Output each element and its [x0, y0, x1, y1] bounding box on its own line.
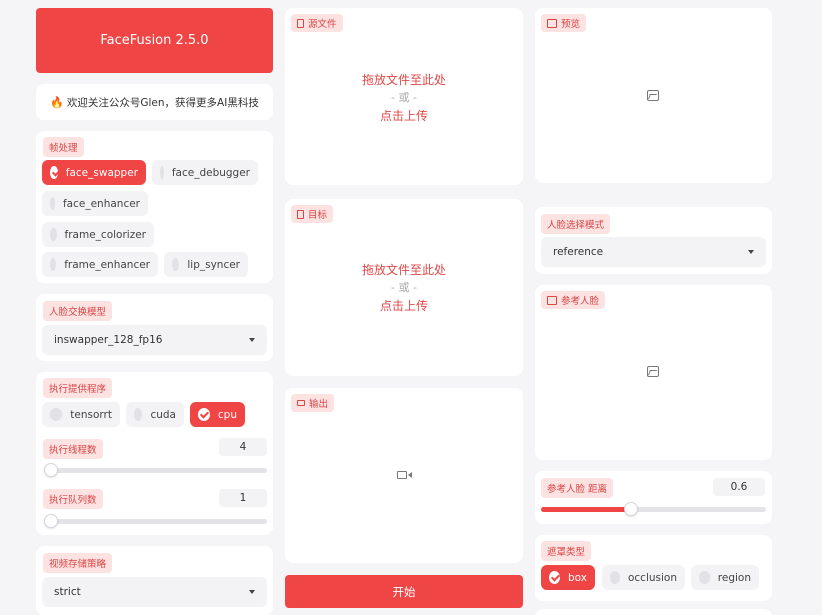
start-button[interactable]: 开始	[285, 575, 523, 608]
execution-card: 执行提供程序 tensorrt cuda cpu 执行线程数 4 执行队列数 1	[36, 372, 273, 535]
face-swapper-model-label: 人脸交换模型	[43, 301, 113, 321]
image-placeholder-icon	[647, 90, 659, 101]
file-icon	[297, 209, 304, 219]
thread-count-thumb[interactable]	[44, 463, 58, 477]
preview-label: 预览	[561, 19, 581, 30]
mask-type-region[interactable]: region	[691, 565, 759, 590]
image-icon	[547, 295, 557, 305]
mask-type-occlusion[interactable]: occlusion	[602, 565, 685, 590]
face-selector-mode-card: 人脸选择模式 reference	[535, 207, 772, 274]
target-upload[interactable]: 目标 拖放文件至此处 - 或 - 点击上传	[285, 199, 523, 376]
reference-face-gallery[interactable]: 参考人脸	[535, 285, 772, 460]
thread-count-input[interactable]: 4	[219, 438, 267, 456]
processor-lip-syncer[interactable]: lip_syncer	[164, 252, 248, 277]
frame-processors-card: 帧处理 face_swapper face_debugger face_enha…	[36, 131, 273, 283]
source-click-upload[interactable]: 点击上传	[285, 107, 523, 125]
preview-panel: 预览	[535, 8, 772, 183]
reference-face-distance-label: 参考人脸 距离	[541, 478, 614, 498]
check-icon	[549, 571, 561, 584]
reference-face-distance-input[interactable]: 0.6	[713, 478, 765, 496]
face-swapper-model-card: 人脸交换模型 inswapper_128_fp16	[36, 294, 273, 361]
chevron-down-icon	[249, 338, 255, 342]
app-title-banner: FaceFusion 2.5.0	[36, 8, 273, 73]
processor-face-enhancer[interactable]: face_enhancer	[42, 191, 148, 216]
target-label: 目标	[308, 210, 328, 221]
queue-count-thumb[interactable]	[44, 514, 58, 528]
reference-face-distance-card: 参考人脸 距离 0.6	[535, 471, 772, 524]
chevron-down-icon	[748, 250, 754, 254]
video-placeholder-icon	[397, 471, 412, 479]
check-icon	[50, 166, 58, 179]
notice-card: 🔥 欢迎关注公众号Glen，获得更多AI黑科技	[36, 84, 273, 120]
reference-face-distance-fill	[541, 507, 631, 512]
queue-count-input[interactable]: 1	[219, 489, 267, 507]
processor-frame-colorizer[interactable]: frame_colorizer	[42, 222, 154, 247]
queue-count-label: 执行队列数	[43, 489, 103, 509]
thread-count-slider[interactable]	[44, 463, 267, 477]
reference-face-label: 参考人脸	[561, 296, 600, 307]
video-icon	[297, 400, 305, 406]
source-upload[interactable]: 源文件 拖放文件至此处 - 或 - 点击上传	[285, 8, 523, 185]
source-label: 源文件	[308, 19, 337, 30]
face-mask-types-card: 遮罩类型 box occlusion region	[535, 535, 772, 601]
image-icon	[547, 18, 557, 28]
notice-text: 欢迎关注公众号Glen，获得更多AI黑科技	[66, 96, 259, 109]
image-placeholder-icon	[647, 366, 659, 377]
video-memory-card: 视频存储策略 strict	[36, 546, 273, 615]
processor-face-swapper[interactable]: face_swapper	[42, 160, 146, 185]
source-or-text: - 或 -	[391, 91, 417, 104]
target-drop-text: 拖放文件至此处	[361, 263, 446, 277]
frame-processors-label: 帧处理	[43, 137, 84, 157]
reference-face-distance-slider[interactable]	[541, 502, 766, 516]
processor-face-debugger[interactable]: face_debugger	[152, 160, 258, 185]
face-swapper-model-select[interactable]: inswapper_128_fp16	[42, 325, 267, 355]
face-selector-mode-select[interactable]: reference	[541, 237, 766, 267]
fire-icon: 🔥	[50, 95, 64, 109]
target-click-upload[interactable]: 点击上传	[285, 297, 523, 315]
file-icon	[297, 18, 304, 28]
queue-count-slider[interactable]	[44, 514, 267, 528]
next-card-stub	[535, 609, 772, 615]
provider-cuda[interactable]: cuda	[126, 402, 184, 427]
mask-type-box[interactable]: box	[541, 565, 595, 590]
face-selector-mode-label: 人脸选择模式	[541, 214, 611, 234]
chevron-down-icon	[249, 590, 255, 594]
source-drop-text: 拖放文件至此处	[361, 73, 446, 87]
check-icon	[198, 408, 210, 421]
output-video: 输出	[285, 388, 523, 563]
thread-count-label: 执行线程数	[43, 439, 103, 459]
output-label: 输出	[309, 399, 329, 410]
processor-frame-enhancer[interactable]: frame_enhancer	[42, 252, 158, 277]
target-or-text: - 或 -	[391, 281, 417, 294]
video-memory-label: 视频存储策略	[43, 553, 113, 573]
provider-cpu[interactable]: cpu	[190, 402, 245, 427]
face-mask-types-label: 遮罩类型	[541, 541, 592, 561]
execution-providers-label: 执行提供程序	[43, 378, 113, 398]
video-memory-select[interactable]: strict	[42, 577, 267, 607]
reference-face-distance-thumb[interactable]	[624, 502, 638, 516]
provider-tensorrt[interactable]: tensorrt	[42, 402, 120, 427]
